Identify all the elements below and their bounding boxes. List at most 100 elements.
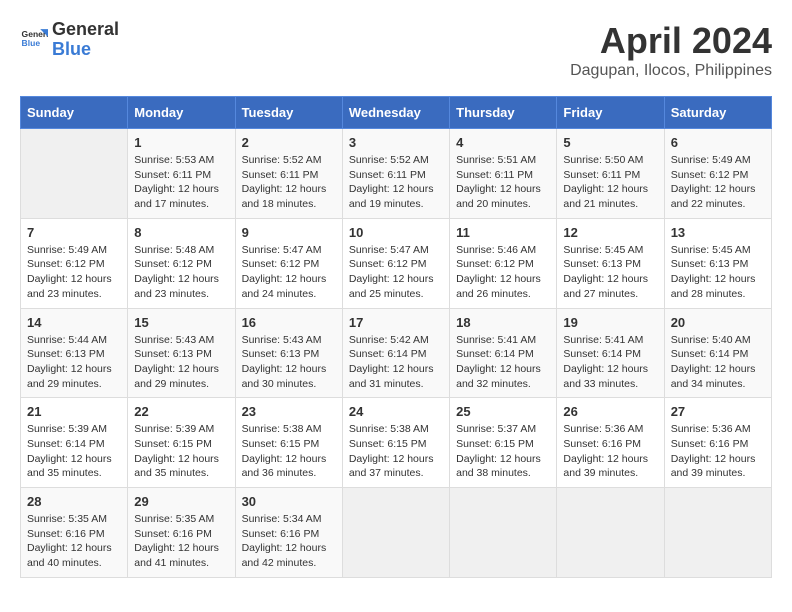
day-info: Sunrise: 5:51 AMSunset: 6:11 PMDaylight:… bbox=[456, 153, 550, 212]
day-info: Sunrise: 5:45 AMSunset: 6:13 PMDaylight:… bbox=[671, 243, 765, 302]
calendar-cell: 7 Sunrise: 5:49 AMSunset: 6:12 PMDaylight… bbox=[21, 218, 128, 308]
calendar-cell: 8 Sunrise: 5:48 AMSunset: 6:12 PMDaylight… bbox=[128, 218, 235, 308]
calendar-cell: 10 Sunrise: 5:47 AMSunset: 6:12 PMDayligh… bbox=[342, 218, 449, 308]
day-number: 3 bbox=[349, 135, 443, 150]
day-info: Sunrise: 5:34 AMSunset: 6:16 PMDaylight:… bbox=[242, 512, 336, 571]
day-info: Sunrise: 5:52 AMSunset: 6:11 PMDaylight:… bbox=[349, 153, 443, 212]
calendar-cell: 18 Sunrise: 5:41 AMSunset: 6:14 PMDayligh… bbox=[450, 308, 557, 398]
svg-text:Blue: Blue bbox=[22, 38, 41, 48]
calendar-cell bbox=[664, 488, 771, 578]
day-info: Sunrise: 5:47 AMSunset: 6:12 PMDaylight:… bbox=[349, 243, 443, 302]
day-number: 10 bbox=[349, 225, 443, 240]
weekday-header-row: SundayMondayTuesdayWednesdayThursdayFrid… bbox=[21, 97, 772, 129]
calendar-cell bbox=[342, 488, 449, 578]
calendar-cell: 13 Sunrise: 5:45 AMSunset: 6:13 PMDayligh… bbox=[664, 218, 771, 308]
calendar-cell: 14 Sunrise: 5:44 AMSunset: 6:13 PMDayligh… bbox=[21, 308, 128, 398]
day-number: 21 bbox=[27, 404, 121, 419]
calendar-cell: 11 Sunrise: 5:46 AMSunset: 6:12 PMDayligh… bbox=[450, 218, 557, 308]
day-number: 29 bbox=[134, 494, 228, 509]
calendar-cell: 30 Sunrise: 5:34 AMSunset: 6:16 PMDayligh… bbox=[235, 488, 342, 578]
logo-text: General Blue bbox=[52, 20, 119, 60]
day-info: Sunrise: 5:47 AMSunset: 6:12 PMDaylight:… bbox=[242, 243, 336, 302]
day-info: Sunrise: 5:36 AMSunset: 6:16 PMDaylight:… bbox=[563, 422, 657, 481]
day-info: Sunrise: 5:49 AMSunset: 6:12 PMDaylight:… bbox=[671, 153, 765, 212]
day-number: 20 bbox=[671, 315, 765, 330]
calendar-cell bbox=[450, 488, 557, 578]
day-number: 2 bbox=[242, 135, 336, 150]
day-info: Sunrise: 5:46 AMSunset: 6:12 PMDaylight:… bbox=[456, 243, 550, 302]
day-number: 8 bbox=[134, 225, 228, 240]
logo: General Blue General Blue bbox=[20, 20, 119, 60]
day-number: 17 bbox=[349, 315, 443, 330]
calendar-cell: 9 Sunrise: 5:47 AMSunset: 6:12 PMDaylight… bbox=[235, 218, 342, 308]
day-info: Sunrise: 5:41 AMSunset: 6:14 PMDaylight:… bbox=[563, 333, 657, 392]
weekday-header: Sunday bbox=[21, 97, 128, 129]
calendar-cell: 12 Sunrise: 5:45 AMSunset: 6:13 PMDayligh… bbox=[557, 218, 664, 308]
day-info: Sunrise: 5:43 AMSunset: 6:13 PMDaylight:… bbox=[242, 333, 336, 392]
weekday-header: Friday bbox=[557, 97, 664, 129]
day-number: 14 bbox=[27, 315, 121, 330]
day-info: Sunrise: 5:38 AMSunset: 6:15 PMDaylight:… bbox=[242, 422, 336, 481]
calendar-cell: 23 Sunrise: 5:38 AMSunset: 6:15 PMDayligh… bbox=[235, 398, 342, 488]
day-number: 30 bbox=[242, 494, 336, 509]
title-area: April 2024 Dagupan, Ilocos, Philippines bbox=[570, 20, 772, 80]
day-number: 6 bbox=[671, 135, 765, 150]
day-number: 11 bbox=[456, 225, 550, 240]
calendar-cell: 4 Sunrise: 5:51 AMSunset: 6:11 PMDaylight… bbox=[450, 129, 557, 219]
day-info: Sunrise: 5:42 AMSunset: 6:14 PMDaylight:… bbox=[349, 333, 443, 392]
day-info: Sunrise: 5:43 AMSunset: 6:13 PMDaylight:… bbox=[134, 333, 228, 392]
calendar-cell: 25Sunrise: 5:37 AMSunset: 6:15 PMDayligh… bbox=[450, 398, 557, 488]
calendar-week-row: 7 Sunrise: 5:49 AMSunset: 6:12 PMDaylight… bbox=[21, 218, 772, 308]
calendar-cell: 15Sunrise: 5:43 AMSunset: 6:13 PMDayligh… bbox=[128, 308, 235, 398]
day-number: 27 bbox=[671, 404, 765, 419]
calendar-cell: 2 Sunrise: 5:52 AMSunset: 6:11 PMDaylight… bbox=[235, 129, 342, 219]
day-number: 28 bbox=[27, 494, 121, 509]
calendar-cell: 24 Sunrise: 5:38 AMSunset: 6:15 PMDayligh… bbox=[342, 398, 449, 488]
day-number: 7 bbox=[27, 225, 121, 240]
weekday-header: Saturday bbox=[664, 97, 771, 129]
day-info: Sunrise: 5:52 AMSunset: 6:11 PMDaylight:… bbox=[242, 153, 336, 212]
calendar-cell bbox=[557, 488, 664, 578]
day-info: Sunrise: 5:41 AMSunset: 6:14 PMDaylight:… bbox=[456, 333, 550, 392]
logo-icon: General Blue bbox=[20, 26, 48, 54]
day-number: 13 bbox=[671, 225, 765, 240]
day-number: 4 bbox=[456, 135, 550, 150]
calendar-cell: 16 Sunrise: 5:43 AMSunset: 6:13 PMDayligh… bbox=[235, 308, 342, 398]
month-title: April 2024 bbox=[570, 20, 772, 62]
calendar-week-row: 1 Sunrise: 5:53 AMSunset: 6:11 PMDaylight… bbox=[21, 129, 772, 219]
calendar-cell: 3 Sunrise: 5:52 AMSunset: 6:11 PMDaylight… bbox=[342, 129, 449, 219]
day-info: Sunrise: 5:53 AMSunset: 6:11 PMDaylight:… bbox=[134, 153, 228, 212]
day-number: 24 bbox=[349, 404, 443, 419]
day-info: Sunrise: 5:45 AMSunset: 6:13 PMDaylight:… bbox=[563, 243, 657, 302]
calendar-cell: 19Sunrise: 5:41 AMSunset: 6:14 PMDayligh… bbox=[557, 308, 664, 398]
calendar-cell: 1 Sunrise: 5:53 AMSunset: 6:11 PMDaylight… bbox=[128, 129, 235, 219]
calendar-cell: 17 Sunrise: 5:42 AMSunset: 6:14 PMDayligh… bbox=[342, 308, 449, 398]
day-info: Sunrise: 5:49 AMSunset: 6:12 PMDaylight:… bbox=[27, 243, 121, 302]
day-info: Sunrise: 5:44 AMSunset: 6:13 PMDaylight:… bbox=[27, 333, 121, 392]
page-header: General Blue General Blue April 2024 Dag… bbox=[20, 20, 772, 80]
day-number: 26 bbox=[563, 404, 657, 419]
calendar-week-row: 21 Sunrise: 5:39 AMSunset: 6:14 PMDayligh… bbox=[21, 398, 772, 488]
calendar-cell: 21 Sunrise: 5:39 AMSunset: 6:14 PMDayligh… bbox=[21, 398, 128, 488]
day-number: 1 bbox=[134, 135, 228, 150]
weekday-header: Wednesday bbox=[342, 97, 449, 129]
day-info: Sunrise: 5:39 AMSunset: 6:14 PMDaylight:… bbox=[27, 422, 121, 481]
weekday-header: Thursday bbox=[450, 97, 557, 129]
day-number: 18 bbox=[456, 315, 550, 330]
calendar-cell: 26 Sunrise: 5:36 AMSunset: 6:16 PMDayligh… bbox=[557, 398, 664, 488]
day-info: Sunrise: 5:38 AMSunset: 6:15 PMDaylight:… bbox=[349, 422, 443, 481]
calendar-cell: 29 Sunrise: 5:35 AMSunset: 6:16 PMDayligh… bbox=[128, 488, 235, 578]
day-info: Sunrise: 5:35 AMSunset: 6:16 PMDaylight:… bbox=[134, 512, 228, 571]
calendar-cell: 27Sunrise: 5:36 AMSunset: 6:16 PMDayligh… bbox=[664, 398, 771, 488]
day-info: Sunrise: 5:48 AMSunset: 6:12 PMDaylight:… bbox=[134, 243, 228, 302]
calendar-week-row: 28 Sunrise: 5:35 AMSunset: 6:16 PMDayligh… bbox=[21, 488, 772, 578]
day-info: Sunrise: 5:40 AMSunset: 6:14 PMDaylight:… bbox=[671, 333, 765, 392]
day-number: 16 bbox=[242, 315, 336, 330]
day-number: 12 bbox=[563, 225, 657, 240]
weekday-header: Tuesday bbox=[235, 97, 342, 129]
day-info: Sunrise: 5:35 AMSunset: 6:16 PMDaylight:… bbox=[27, 512, 121, 571]
day-number: 22 bbox=[134, 404, 228, 419]
day-number: 23 bbox=[242, 404, 336, 419]
day-info: Sunrise: 5:50 AMSunset: 6:11 PMDaylight:… bbox=[563, 153, 657, 212]
day-number: 9 bbox=[242, 225, 336, 240]
